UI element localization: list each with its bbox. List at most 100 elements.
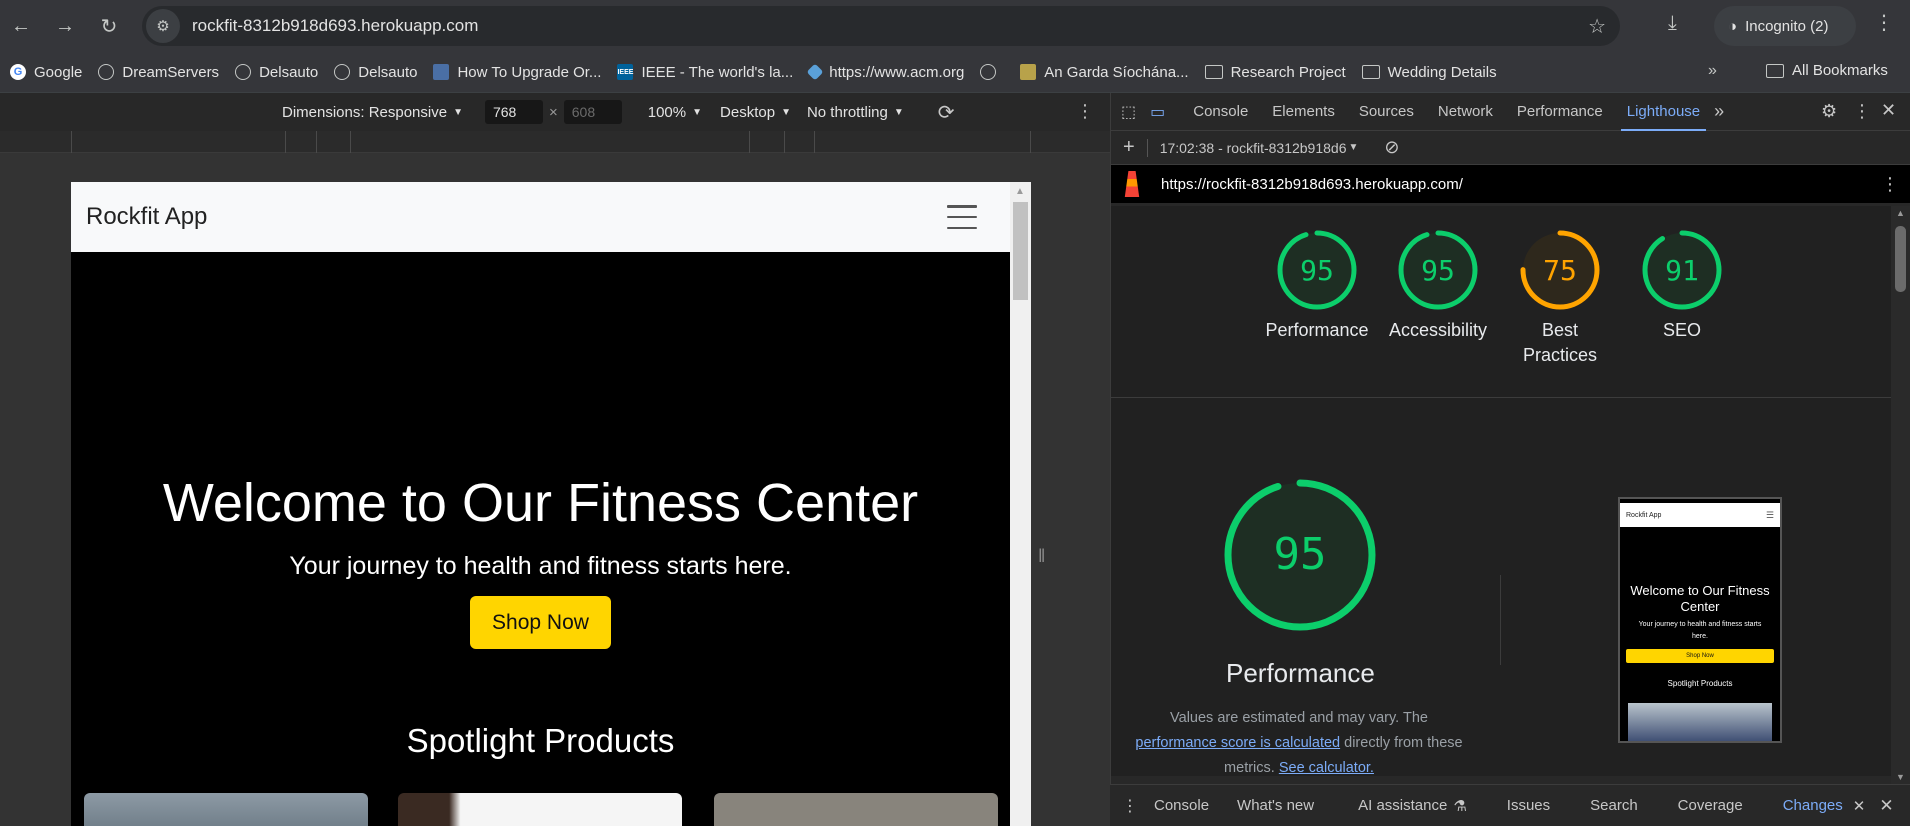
drawer-tab-search[interactable]: Search: [1590, 797, 1638, 814]
throttling-dropdown[interactable]: No throttling ▼: [807, 104, 904, 121]
tab-network[interactable]: Network: [1438, 103, 1493, 120]
score-gauge-accessibility[interactable]: 95 Accessibility: [1383, 228, 1493, 343]
zoom-dropdown[interactable]: 100% ▼: [648, 104, 702, 121]
close-drawer-icon[interactable]: ✕: [1879, 796, 1893, 816]
bookmark-star-icon[interactable]: ☆: [1588, 14, 1606, 39]
site-navbar: Rockfit App: [71, 182, 1010, 252]
scroll-up-icon[interactable]: ▲: [1896, 208, 1905, 218]
score-calculated-link[interactable]: performance score is calculated: [1135, 735, 1340, 751]
all-bookmarks-button[interactable]: All Bookmarks: [1766, 62, 1888, 79]
close-icon[interactable]: ✕: [1881, 100, 1896, 121]
bookmark-folder[interactable]: Research Project: [1204, 64, 1346, 81]
bookmark-item[interactable]: How To Upgrade Or...: [433, 64, 601, 81]
tab-console[interactable]: Console: [1193, 103, 1248, 120]
incognito-button[interactable]: ◑ Incognito (2): [1714, 6, 1856, 46]
close-tab-icon[interactable]: ✕: [1853, 797, 1866, 815]
scrollbar-thumb[interactable]: [1013, 202, 1028, 300]
google-icon: G: [10, 64, 26, 80]
garda-icon: [1020, 64, 1037, 80]
page-scrollbar[interactable]: ▲: [1010, 182, 1031, 826]
caret-down-icon: ▼: [781, 106, 791, 118]
settings-gear-icon[interactable]: ⚙: [1821, 101, 1837, 122]
browser-menu-icon[interactable]: ⋮: [1874, 10, 1894, 35]
drawer-tab-whats-new[interactable]: What's new: [1237, 797, 1314, 814]
clear-icon[interactable]: ⊘: [1384, 137, 1399, 158]
site-info-icon[interactable]: ⚙: [146, 9, 180, 43]
product-card[interactable]: [84, 793, 368, 826]
lighthouse-toolbar: + 17:02:38 - rockfit-8312b918d6 ▼ ⊘: [1111, 131, 1910, 165]
scroll-down-icon[interactable]: ▼: [1896, 772, 1905, 782]
bookmark-item[interactable]: DreamServers: [98, 64, 219, 81]
drawer-tab-coverage[interactable]: Coverage: [1678, 797, 1743, 814]
big-performance-label: Performance: [1226, 658, 1375, 688]
bookmark-item[interactable]: https://www.acm.org: [806, 64, 964, 81]
drawer-tab-issues[interactable]: Issues: [1507, 797, 1550, 814]
address-bar[interactable]: ⚙ rockfit-8312b918d693.herokuapp.com ☆: [142, 6, 1620, 46]
bookmark-item[interactable]: An Garda Síochána...: [1020, 64, 1189, 81]
rotate-icon[interactable]: ⟳: [938, 100, 955, 125]
hero-title: Welcome to Our Fitness Center: [162, 473, 919, 533]
hamburger-menu-icon[interactable]: [947, 205, 977, 229]
product-card[interactable]: [398, 793, 682, 826]
reload-icon[interactable]: ↻: [94, 11, 124, 41]
bookmark-item[interactable]: Delsauto: [334, 64, 417, 81]
report-select[interactable]: 17:02:38 - rockfit-8312b918d6: [1160, 140, 1347, 156]
plus-icon[interactable]: +: [1123, 136, 1135, 159]
caret-down-icon[interactable]: ▼: [1349, 142, 1359, 153]
drawer-tab-console[interactable]: Console: [1154, 797, 1209, 814]
gauge-ring: 91: [1642, 230, 1722, 310]
drawer-menu-icon[interactable]: ⋮: [1122, 796, 1138, 816]
tab-elements[interactable]: Elements: [1272, 103, 1335, 120]
drawer-tab-changes[interactable]: Changes: [1783, 797, 1843, 814]
thumb-subtitle: Your journey to health and fitness start…: [1638, 621, 1762, 640]
flask-icon: ⚗: [1453, 797, 1467, 815]
report-url[interactable]: https://rockfit-8312b918d693.herokuapp.c…: [1161, 176, 1463, 193]
bookmark-item[interactable]: [980, 64, 1004, 80]
page-screenshot-thumbnail[interactable]: Rockfit App ☰ Welcome to Our Fitness Cen…: [1618, 497, 1782, 743]
caret-down-icon: ▼: [893, 106, 904, 118]
address-url[interactable]: rockfit-8312b918d693.herokuapp.com: [192, 16, 478, 36]
devtools-menu-icon[interactable]: ⋮: [1853, 101, 1871, 122]
globe-icon: [98, 64, 115, 80]
caret-down-icon: ▼: [692, 106, 703, 118]
bookmark-item[interactable]: Delsauto: [235, 64, 318, 81]
incognito-icon: ◑: [1728, 17, 1738, 35]
score-gauge-best-practices[interactable]: 75 Best Practices: [1505, 228, 1615, 368]
folder-icon: [1361, 65, 1380, 79]
tab-sources[interactable]: Sources: [1359, 103, 1414, 120]
forward-icon[interactable]: →: [50, 11, 80, 41]
report-menu-icon[interactable]: ⋮: [1881, 174, 1899, 195]
score-gauge-seo[interactable]: 91 SEO: [1627, 228, 1737, 343]
device-toolbar: Dimensions: Responsive ▼ 768 × 608 100% ▼ …: [0, 93, 1110, 131]
back-icon[interactable]: ←: [6, 11, 36, 41]
device-type-dropdown[interactable]: Desktop ▼: [720, 104, 791, 121]
folder-icon: [1204, 65, 1223, 79]
height-input[interactable]: 608: [563, 100, 622, 124]
see-calculator-link[interactable]: See calculator.: [1279, 760, 1374, 776]
tab-lighthouse[interactable]: Lighthouse: [1620, 103, 1707, 131]
product-card[interactable]: [714, 793, 998, 826]
inspect-element-icon[interactable]: ⬚: [1121, 102, 1136, 122]
device-menu-icon[interactable]: ⋮: [1076, 101, 1094, 122]
globe-icon: [334, 64, 351, 80]
dimensions-dropdown[interactable]: Dimensions: Responsive ▼: [282, 104, 463, 121]
device-toggle-icon[interactable]: ▭: [1150, 102, 1165, 122]
shop-now-button[interactable]: Shop Now: [470, 596, 611, 649]
bookmark-item[interactable]: G Google: [10, 64, 82, 81]
chevron-double-right-icon[interactable]: »: [1708, 62, 1717, 80]
bookmarks-bar: G Google DreamServers Delsauto Delsauto H…: [0, 52, 1910, 92]
download-icon[interactable]: ⤓: [1668, 12, 1677, 35]
width-input[interactable]: 768: [484, 100, 543, 124]
tab-performance[interactable]: Performance: [1517, 103, 1603, 120]
score-gauge-performance[interactable]: 95 Performance: [1262, 228, 1372, 343]
resize-handle-icon[interactable]: ‖: [1038, 546, 1045, 567]
site-brand[interactable]: Rockfit App: [86, 203, 207, 231]
bookmark-item[interactable]: IEEE IEEE - The world's la...: [617, 64, 793, 81]
media-query-ruler[interactable]: [0, 131, 1110, 153]
drawer-tab-ai-assistance[interactable]: AI assistance: [1358, 797, 1447, 814]
bookmark-folder[interactable]: Wedding Details: [1361, 64, 1497, 81]
more-tabs-icon[interactable]: »: [1714, 101, 1724, 122]
scroll-up-icon[interactable]: ▲: [1015, 186, 1025, 197]
devtools-scrollbar[interactable]: ▲ ▼: [1891, 206, 1910, 784]
scrollbar-thumb[interactable]: [1895, 226, 1906, 292]
